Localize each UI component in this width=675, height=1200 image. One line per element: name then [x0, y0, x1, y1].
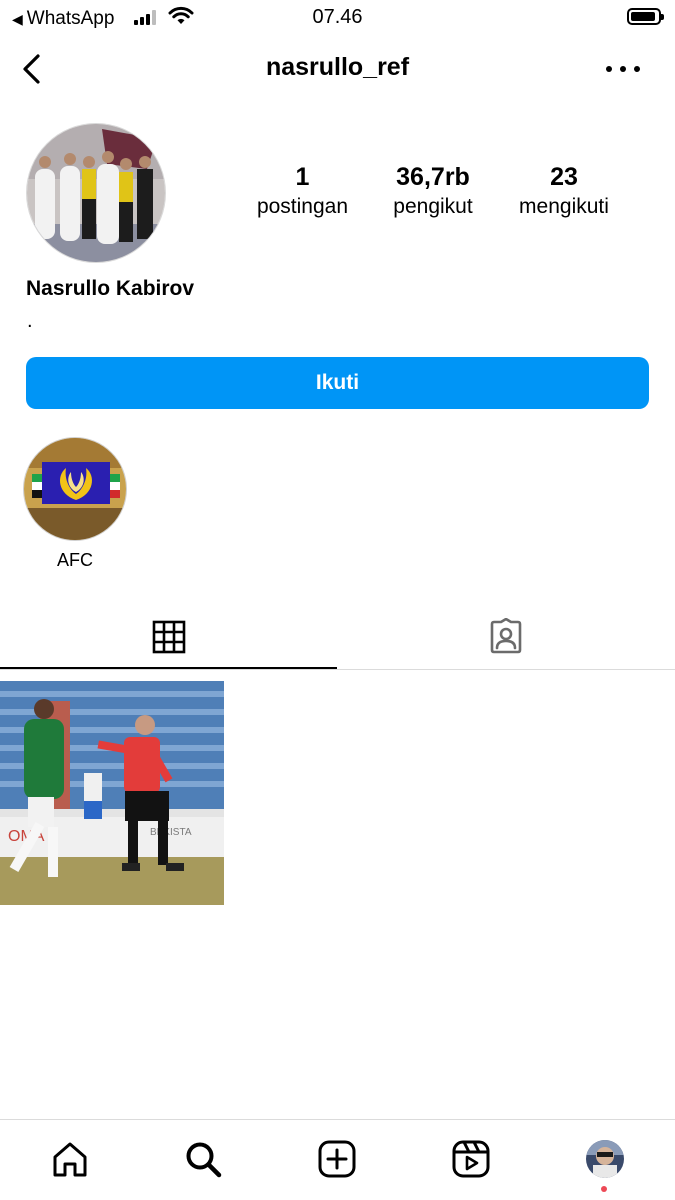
posts-label: postingan [256, 195, 349, 218]
stat-following[interactable]: 23 mengikuti [504, 163, 624, 219]
profile-username: nasrullo_ref [265, 53, 410, 81]
battery-icon [627, 8, 664, 25]
svg-text:BEKISTA: BEKISTA [150, 827, 192, 838]
following-label: mengikuti [519, 195, 609, 218]
home-icon [53, 1142, 87, 1177]
reels-icon [452, 1140, 490, 1178]
profile-bio: . [27, 310, 33, 332]
nav-create[interactable] [315, 1137, 359, 1181]
tagged-icon [490, 618, 522, 654]
nav-profile[interactable] [583, 1137, 627, 1181]
tab-divider [0, 669, 675, 670]
follow-button[interactable]: Ikuti [26, 357, 649, 409]
grid-icon [152, 620, 185, 654]
followers-count: 36,7rb [396, 163, 470, 191]
clock: 07.46 [312, 6, 363, 28]
post-thumbnail[interactable]: OMA BEKISTA [0, 681, 224, 905]
create-icon [318, 1140, 356, 1178]
nav-home[interactable] [48, 1137, 92, 1181]
nav-reels[interactable] [449, 1137, 493, 1181]
story-highlight-afc[interactable] [23, 437, 127, 541]
nav-search[interactable] [181, 1137, 225, 1181]
profile-full-name: Nasrullo Kabirov [26, 277, 195, 300]
tab-tagged[interactable] [337, 605, 675, 669]
notification-dot [601, 1186, 607, 1192]
tab-posts-grid[interactable] [0, 605, 337, 669]
search-icon [186, 1142, 222, 1178]
highlight-label: AFC [57, 550, 93, 570]
profile-avatar[interactable] [26, 123, 166, 263]
stat-posts[interactable]: 1 postingan [245, 163, 360, 219]
profile-avatar-icon [586, 1140, 624, 1178]
posts-count: 1 [295, 163, 310, 191]
following-count: 23 [550, 163, 578, 191]
followers-label: pengikut [393, 195, 473, 218]
more-options-icon[interactable] [606, 57, 640, 81]
stat-followers[interactable]: 36,7rb pengikut [378, 163, 488, 219]
